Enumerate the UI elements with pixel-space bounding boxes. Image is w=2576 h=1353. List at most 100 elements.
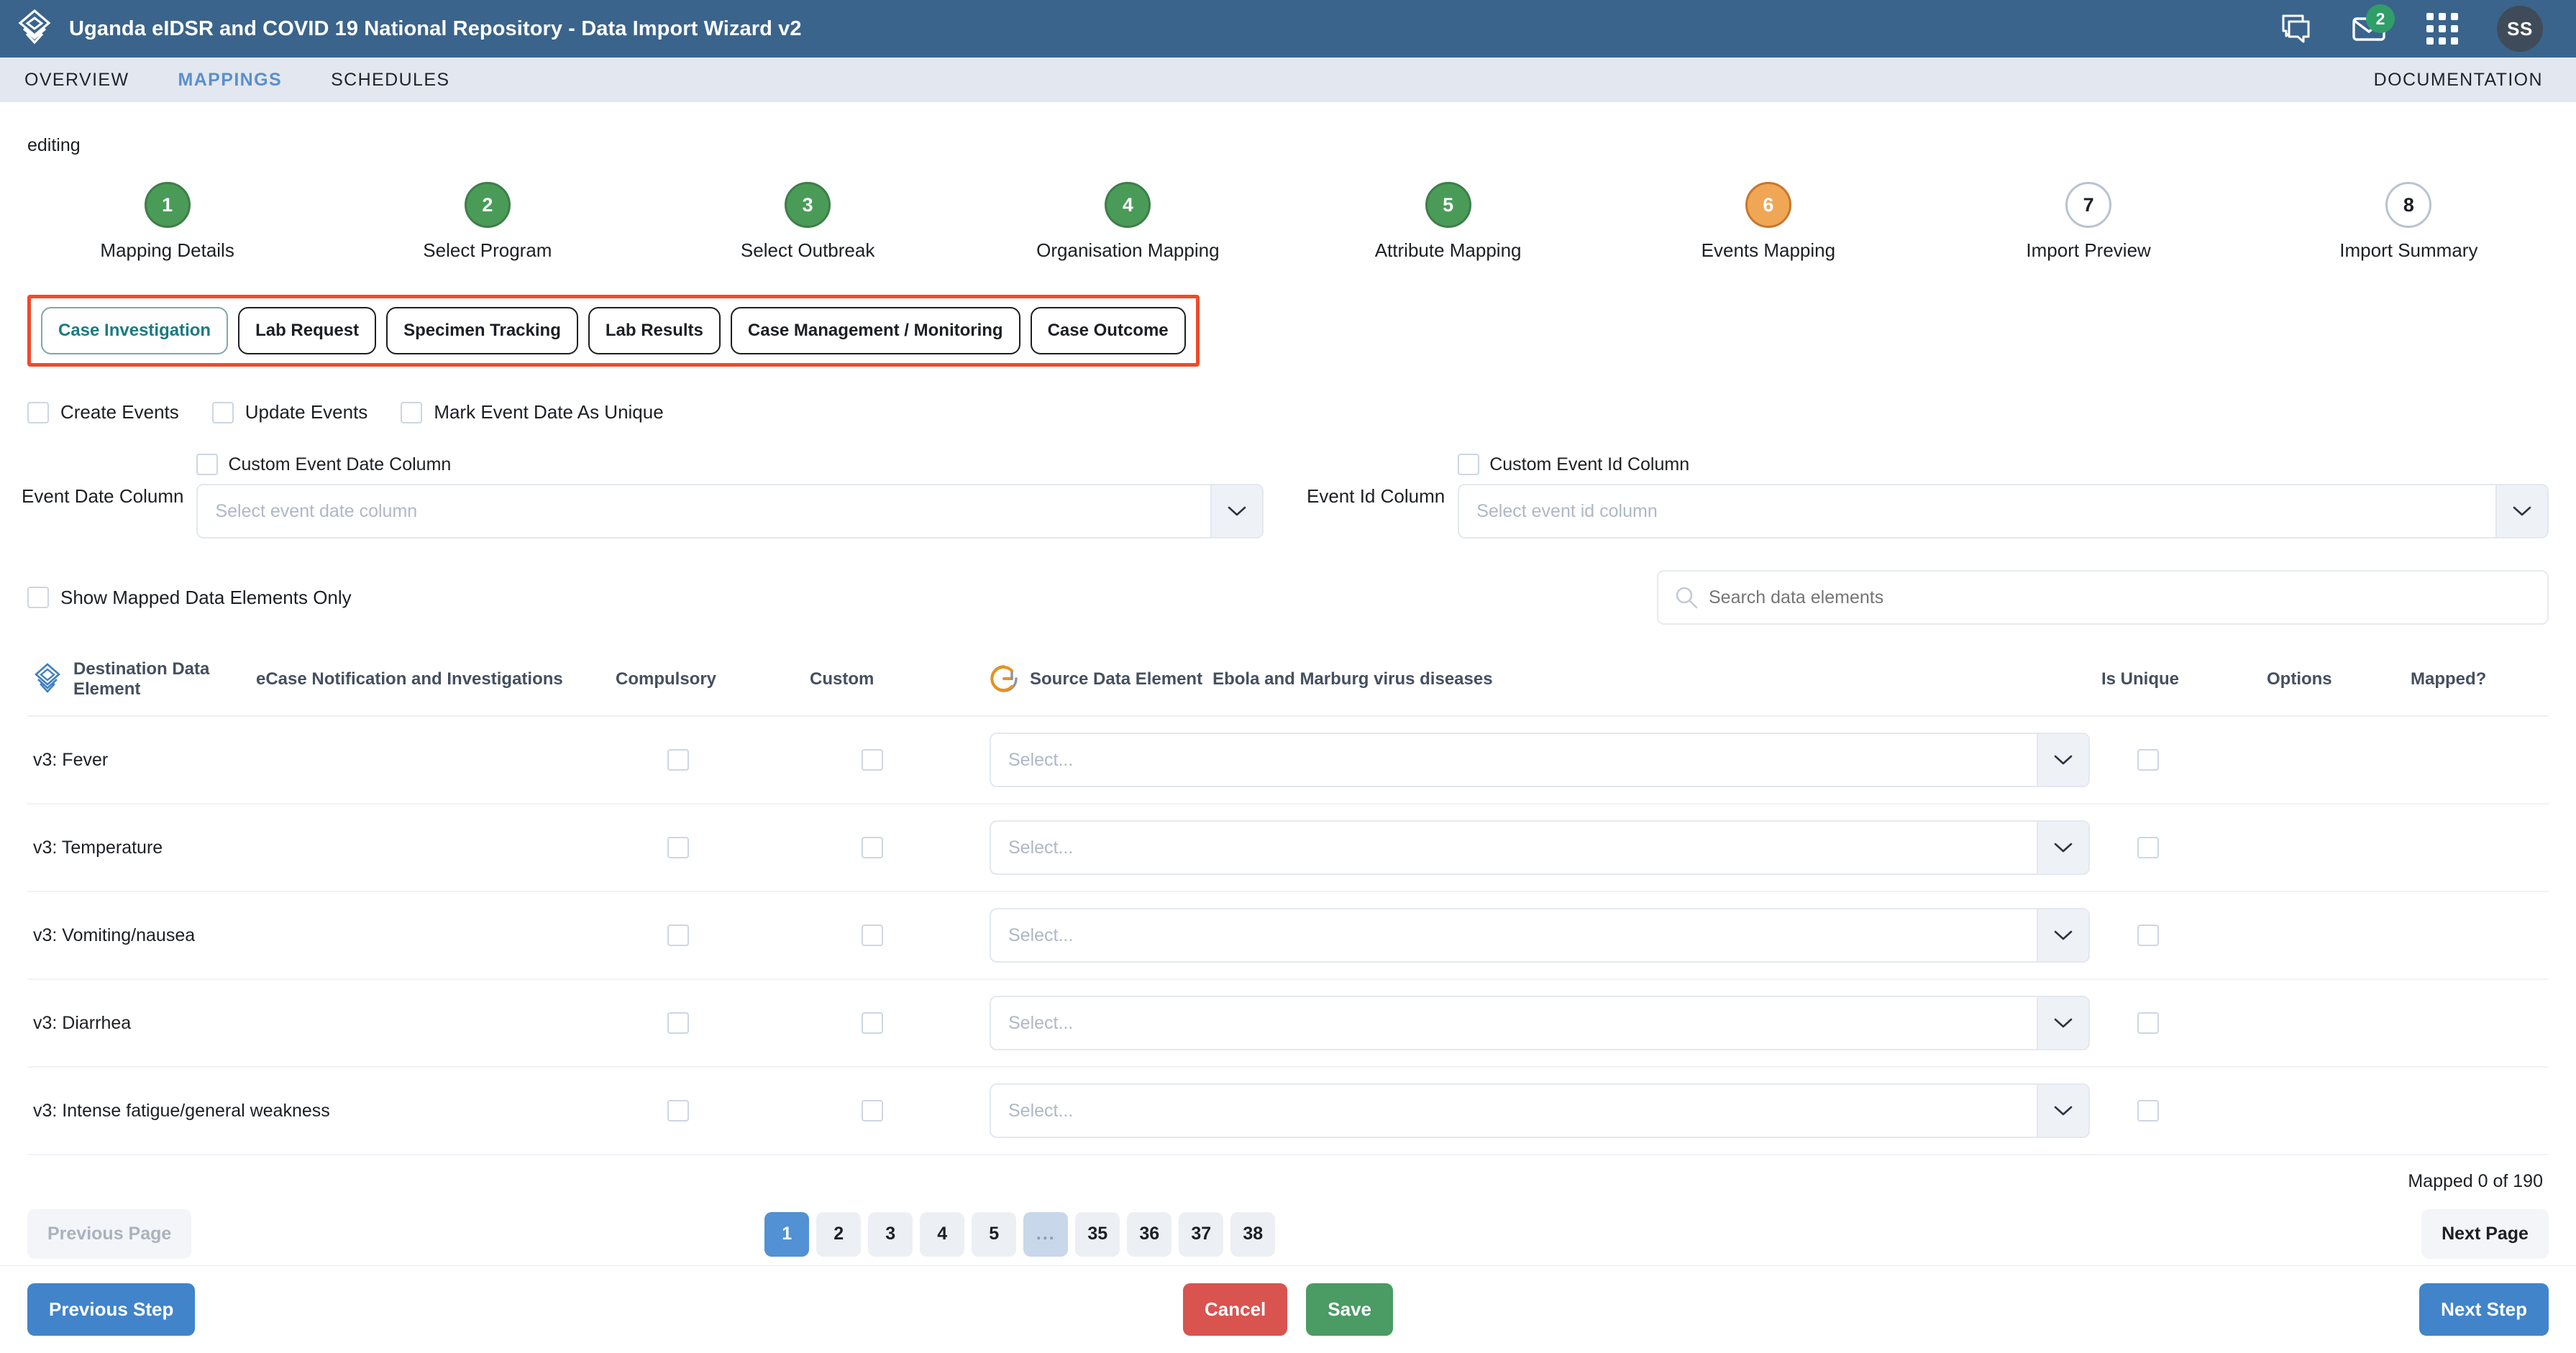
compulsory-checkbox[interactable] [667,1012,689,1034]
event-date-column-group: Event Date Column Custom Event Date Colu… [22,454,1264,538]
create-events-box[interactable] [27,401,49,423]
stage-tab-lab-request[interactable]: Lab Request [238,307,377,354]
custom-checkbox[interactable] [862,1012,883,1034]
envelope-icon[interactable]: 2 [2350,4,2395,47]
event-date-column-select[interactable]: Select event date column [196,484,1264,538]
next-step-button[interactable]: Next Step [2419,1283,2549,1336]
source-data-element-select[interactable]: Select... [990,733,2090,787]
step-select-outbreak[interactable]: 3 Select Outbreak [648,182,968,262]
cell-source: Select... [984,1067,2096,1155]
apps-grid-icon[interactable] [2424,10,2461,47]
compulsory-checkbox[interactable] [667,925,689,946]
stage-tab-case-investigation[interactable]: Case Investigation [41,307,229,354]
header-source-label: Source Data Element [1030,669,1203,689]
cell-source: Select... [984,891,2096,980]
is-unique-checkbox[interactable] [2137,1012,2159,1034]
compulsory-checkbox[interactable] [667,837,689,858]
step-events-mapping[interactable]: 6 Events Mapping [1608,182,1928,262]
tab-schedules[interactable]: SCHEDULES [306,70,474,91]
page-number-37[interactable]: 37 [1179,1211,1224,1257]
step-attribute-mapping[interactable]: 5 Attribute Mapping [1288,182,1608,262]
step-import-summary[interactable]: 8 Import Summary [2249,182,2569,262]
custom-event-date-column-box[interactable] [196,454,219,475]
chevron-down-icon[interactable] [2037,909,2088,961]
cell-is-unique [2096,891,2261,980]
step-circle-3: 3 [785,182,831,228]
page-number-list: 1 2 3 4 5 ... 35 36 37 38 [764,1211,1276,1257]
source-data-element-select[interactable]: Select... [990,1083,2090,1138]
chevron-down-icon[interactable] [2495,485,2547,537]
stage-tab-case-management-monitoring[interactable]: Case Management / Monitoring [730,307,1020,354]
tab-mappings[interactable]: MAPPINGS [154,70,307,91]
cell-destination: v3: Fever [27,716,250,804]
mark-event-date-unique-checkbox[interactable]: Mark Event Date As Unique [401,401,664,423]
chat-bubble-icon[interactable] [2277,10,2314,47]
custom-event-id-column-box[interactable] [1458,454,1480,475]
page-number-36[interactable]: 36 [1127,1211,1172,1257]
page-number-4[interactable]: 4 [920,1211,965,1257]
custom-event-date-column-checkbox[interactable]: Custom Event Date Column [196,454,1264,475]
page-number-35[interactable]: 35 [1075,1211,1120,1257]
step-label-2: Select Program [423,239,552,261]
step-mapping-details[interactable]: 1 Mapping Details [7,182,327,262]
mapping-table-wrapper: Destination Data Element eCase Notificat… [0,649,2576,1192]
chevron-down-icon[interactable] [1210,485,1262,537]
chevron-down-icon[interactable] [2037,734,2088,786]
stage-tab-specimen-tracking[interactable]: Specimen Tracking [386,307,578,354]
page-number-2[interactable]: 2 [816,1211,862,1257]
source-data-element-select[interactable]: Select... [990,908,2090,963]
show-mapped-only-checkbox[interactable]: Show Mapped Data Elements Only [27,587,352,609]
custom-checkbox[interactable] [862,925,883,946]
header-source-data-element: Source Data Element Ebola and Marburg vi… [984,649,2096,717]
page-number-5[interactable]: 5 [972,1211,1017,1257]
step-circle-1: 1 [144,182,191,228]
tab-overview[interactable]: OVERVIEW [0,70,154,91]
page-number-1[interactable]: 1 [764,1211,810,1257]
search-data-elements-box[interactable] [1657,570,2549,625]
custom-checkbox[interactable] [862,837,883,858]
is-unique-checkbox[interactable] [2137,749,2159,771]
page-number-3[interactable]: 3 [868,1211,913,1257]
cancel-button[interactable]: Cancel [1183,1283,1288,1336]
dhis2-diamond-logo-icon [16,9,53,49]
cell-custom [804,979,984,1068]
step-select-program[interactable]: 2 Select Program [327,182,647,262]
cell-destination: v3: Intense fatigue/general weakness [27,1067,330,1155]
search-input[interactable] [1709,587,2531,608]
custom-checkbox[interactable] [862,749,883,771]
update-events-checkbox[interactable]: Update Events [211,401,368,423]
compulsory-checkbox[interactable] [667,749,689,771]
is-unique-checkbox[interactable] [2137,837,2159,858]
custom-checkbox[interactable] [862,1100,883,1122]
create-events-checkbox[interactable]: Create Events [27,401,179,423]
chevron-down-icon[interactable] [2037,997,2088,1049]
previous-page-button[interactable]: Previous Page [27,1209,192,1259]
mark-event-date-unique-box[interactable] [401,401,423,423]
next-page-button[interactable]: Next Page [2421,1209,2549,1259]
source-data-element-select[interactable]: Select... [990,820,2090,875]
custom-event-id-column-checkbox[interactable]: Custom Event Id Column [1458,454,2549,475]
update-events-label: Update Events [245,401,368,423]
show-mapped-only-box[interactable] [27,587,49,608]
event-id-column-select[interactable]: Select event id column [1458,484,2549,538]
step-import-preview[interactable]: 7 Import Preview [1929,182,2249,262]
compulsory-checkbox[interactable] [667,1100,689,1122]
chevron-down-icon[interactable] [2037,822,2088,873]
page-number-38[interactable]: 38 [1230,1211,1276,1257]
source-data-element-select[interactable]: Select... [990,996,2090,1050]
is-unique-checkbox[interactable] [2137,925,2159,946]
save-button[interactable]: Save [1306,1283,1393,1336]
documentation-link[interactable]: DOCUMENTATION [2374,70,2543,91]
source-select-placeholder: Select... [1008,837,1074,858]
is-unique-checkbox[interactable] [2137,1100,2159,1122]
header-ecase-notification: eCase Notification and Investigations [250,649,610,717]
step-label-6: Events Mapping [1701,239,1836,261]
update-events-box[interactable] [211,401,234,423]
chevron-down-icon[interactable] [2037,1085,2088,1137]
previous-step-button[interactable]: Previous Step [27,1283,196,1336]
step-organisation-mapping[interactable]: 4 Organisation Mapping [968,182,1288,262]
stage-tab-case-outcome[interactable]: Case Outcome [1030,307,1186,354]
page-ellipsis[interactable]: ... [1023,1211,1069,1257]
stage-tab-lab-results[interactable]: Lab Results [588,307,721,354]
avatar[interactable]: SS [2497,6,2543,52]
